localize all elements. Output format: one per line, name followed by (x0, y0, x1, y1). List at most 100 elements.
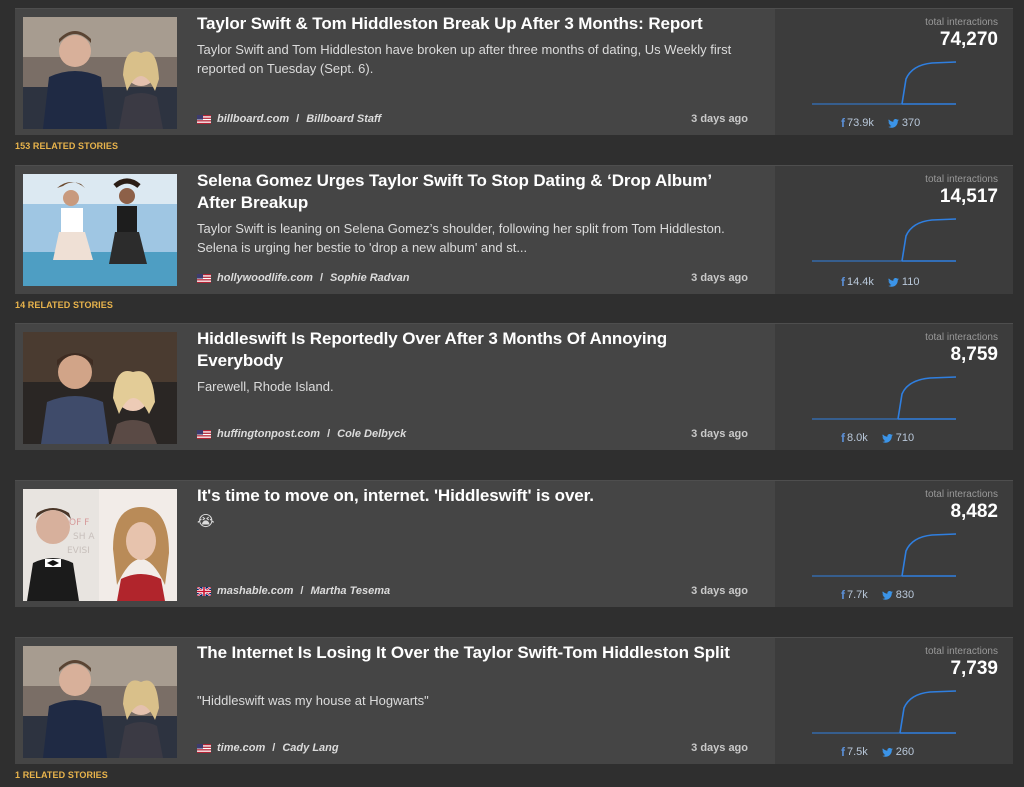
story-title[interactable]: Selena Gomez Urges Taylor Swift To Stop … (197, 170, 737, 214)
related-stories-link[interactable]: 1 RELATED STORIES (15, 770, 108, 780)
story-title[interactable]: Taylor Swift & Tom Hiddleston Break Up A… (197, 13, 737, 35)
interactions-panel: total interactions 8,759 f 8.0k 710 (775, 324, 1013, 450)
us-flag-icon (197, 273, 211, 283)
facebook-icon: f (841, 116, 845, 130)
source-domain[interactable]: mashable.com (217, 585, 293, 597)
twitter-count: 260 (895, 746, 915, 758)
source-separator: / (272, 742, 276, 754)
story-thumbnail[interactable] (23, 174, 177, 286)
interactions-panel: total interactions 74,270 f 73.9k 370 (775, 9, 1013, 135)
source-author[interactable]: Martha Tesema (310, 585, 390, 597)
facebook-icon: f (841, 431, 845, 445)
interactions-sparkline (812, 61, 956, 105)
source-domain[interactable]: hollywoodlife.com (217, 272, 313, 284)
story-age: 3 days ago (691, 585, 748, 597)
us-flag-icon (197, 743, 211, 753)
interactions-label: total interactions (925, 646, 998, 657)
interactions-sparkline (812, 690, 956, 734)
story-source: mashable.com / Martha Tesema (197, 585, 390, 597)
story-age: 3 days ago (691, 113, 748, 125)
facebook-count: 8.0k (847, 432, 868, 444)
twitter-icon (881, 433, 893, 443)
twitter-count: 110 (901, 276, 920, 288)
interactions-label: total interactions (925, 17, 998, 28)
social-counts: f 7.5k 260 (841, 745, 914, 759)
interactions-panel: total interactions 8,482 f 7.7k 830 (775, 481, 1013, 607)
twitter-icon (881, 747, 893, 757)
story-card[interactable]: The Internet Is Losing It Over the Taylo… (15, 637, 1013, 764)
related-stories-link[interactable]: 153 RELATED STORIES (15, 141, 118, 151)
story-thumbnail[interactable] (23, 17, 177, 129)
story-source: hollywoodlife.com / Sophie Radvan (197, 272, 409, 284)
interactions-total: 7,739 (950, 658, 998, 679)
story-description: 😭 (197, 513, 215, 530)
story-age: 3 days ago (691, 272, 748, 284)
facebook-count: 7.7k (847, 589, 868, 601)
interactions-sparkline (812, 533, 956, 577)
story-age: 3 days ago (691, 428, 748, 440)
facebook-icon: f (841, 275, 845, 289)
interactions-label: total interactions (925, 489, 998, 500)
source-author[interactable]: Cady Lang (282, 742, 338, 754)
story-thumbnail[interactable] (23, 332, 177, 444)
interactions-label: total interactions (925, 174, 998, 185)
story-card[interactable]: Hiddleswift Is Reportedly Over After 3 M… (15, 323, 1013, 450)
story-card[interactable]: Selena Gomez Urges Taylor Swift To Stop … (15, 165, 1013, 294)
related-stories-link[interactable]: 14 RELATED STORIES (15, 300, 113, 310)
interactions-label: total interactions (925, 332, 998, 343)
source-author[interactable]: Cole Delbyck (337, 428, 406, 440)
story-description: Farewell, Rhode Island. (197, 379, 334, 394)
story-age: 3 days ago (691, 742, 748, 754)
facebook-count: 14.4k (847, 276, 874, 288)
svg-text:EVISI: EVISI (67, 546, 90, 556)
facebook-icon: f (841, 588, 845, 602)
story-thumbnail[interactable] (23, 646, 177, 758)
source-separator: / (300, 585, 304, 597)
interactions-panel: total interactions 7,739 f 7.5k 260 (775, 638, 1013, 764)
source-domain[interactable]: billboard.com (217, 113, 289, 125)
twitter-count: 710 (895, 432, 915, 444)
facebook-icon: f (841, 745, 845, 759)
story-title[interactable]: It's time to move on, internet. 'Hiddles… (197, 485, 737, 507)
facebook-count: 73.9k (847, 117, 874, 129)
source-domain[interactable]: huffingtonpost.com (217, 428, 320, 440)
twitter-icon (881, 590, 893, 600)
story-source: billboard.com / Billboard Staff (197, 113, 381, 125)
story-source: huffingtonpost.com / Cole Delbyck (197, 428, 406, 440)
social-counts: f 14.4k 110 (841, 275, 919, 289)
story-title[interactable]: Hiddleswift Is Reportedly Over After 3 M… (197, 328, 737, 372)
uk-flag-icon (197, 586, 211, 596)
interactions-sparkline (812, 218, 956, 262)
social-counts: f 73.9k 370 (841, 116, 920, 130)
twitter-count: 370 (901, 117, 921, 129)
facebook-count: 7.5k (847, 746, 868, 758)
us-flag-icon (197, 429, 211, 439)
interactions-total: 74,270 (939, 29, 998, 50)
social-counts: f 7.7k 830 (841, 588, 914, 602)
interactions-panel: total interactions 14,517 f 14.4k 110 (775, 166, 1013, 294)
twitter-count: 830 (895, 589, 915, 601)
story-description: Taylor Swift is leaning on Selena Gomez’… (197, 221, 725, 255)
story-description: Taylor Swift and Tom Hiddleston have bro… (197, 42, 732, 76)
svg-text:OF F: OF F (69, 518, 89, 528)
source-separator: / (327, 428, 331, 440)
source-separator: / (319, 272, 324, 284)
story-thumbnail[interactable]: OF F SH A EVISI (23, 489, 177, 601)
us-flag-icon (197, 114, 211, 124)
source-author[interactable]: Sophie Radvan (330, 272, 409, 284)
twitter-icon (888, 277, 899, 287)
twitter-icon (888, 118, 899, 128)
social-counts: f 8.0k 710 (841, 431, 914, 445)
svg-text:SH A: SH A (73, 532, 95, 542)
interactions-total: 8,482 (950, 501, 998, 522)
story-card[interactable]: OF F SH A EVISI It's time to move on, in… (15, 480, 1013, 607)
interactions-total: 14,517 (939, 186, 998, 207)
interactions-total: 8,759 (950, 344, 998, 365)
source-author[interactable]: Billboard Staff (306, 113, 381, 125)
interactions-sparkline (812, 376, 956, 420)
story-source: time.com / Cady Lang (197, 742, 339, 754)
story-card[interactable]: Taylor Swift & Tom Hiddleston Break Up A… (15, 8, 1013, 135)
source-domain[interactable]: time.com (217, 742, 265, 754)
story-title[interactable]: The Internet Is Losing It Over the Taylo… (197, 642, 737, 664)
source-separator: / (296, 113, 300, 125)
